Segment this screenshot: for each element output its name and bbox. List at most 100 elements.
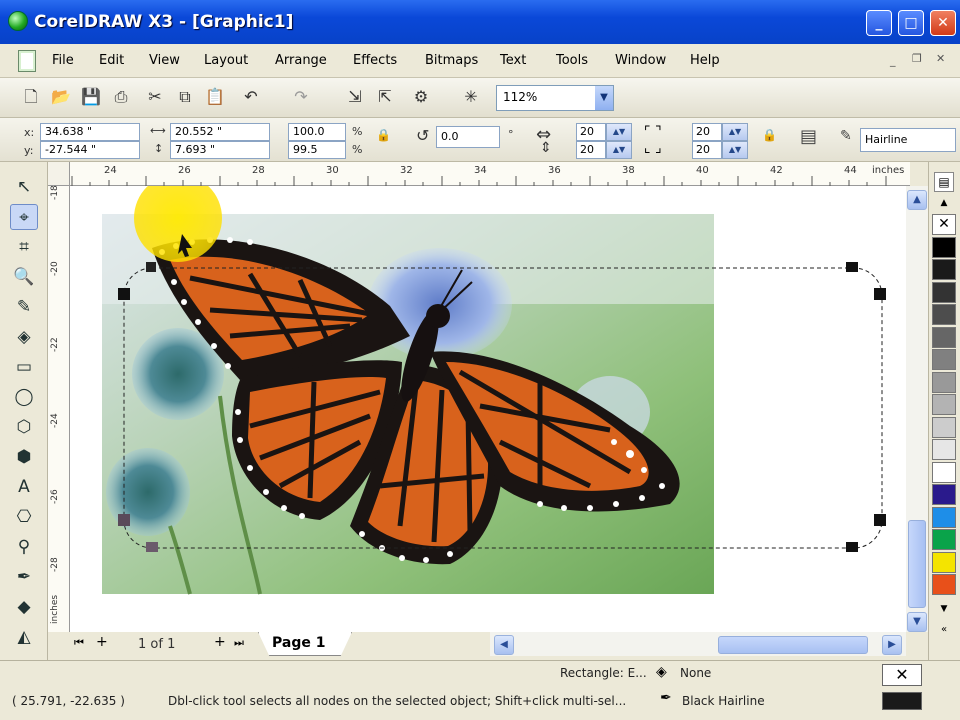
color-swatch[interactable] [932,304,956,325]
scroll-up-icon[interactable]: ▲ [907,190,927,210]
butterfly-bitmap[interactable] [70,186,906,632]
scale-y-field[interactable]: 99.5 [288,141,346,159]
palette-scroll-down-icon[interactable]: ▼ [936,604,952,616]
freehand-tool-icon[interactable]: ✎ [10,294,38,320]
color-swatch[interactable] [932,506,956,528]
wrap-text-icon[interactable]: ▤ [800,126,817,147]
redo-icon[interactable]: ↷ [290,86,312,108]
angle-field[interactable]: 0.0 [436,126,500,148]
maximize-button[interactable]: □ [898,10,924,36]
menu-window[interactable]: Window [615,53,666,68]
shape-tool-icon[interactable]: ⌖ [10,204,38,230]
menu-help[interactable]: Help [690,53,720,68]
menu-tools[interactable]: Tools [556,53,588,68]
corner-tl-spin[interactable]: ▲▼ [606,123,632,141]
open-icon[interactable]: 📂 [50,86,72,108]
basic-shapes-icon[interactable]: ⬢ [10,444,38,470]
corner-bl-field[interactable]: 20 [576,141,606,159]
paste-icon[interactable]: 📋 [204,86,226,108]
interactive-fill-icon[interactable]: ◭ [10,624,38,650]
zoom-tool-icon[interactable]: 🔍 [10,264,38,290]
width-field[interactable]: 20.552 " [170,123,270,141]
outline-pen-icon[interactable]: ✎ [840,128,852,144]
copy-icon[interactable]: ⧉ [174,86,196,108]
lock-ratio-icon[interactable]: 🔒 [376,128,391,142]
doc-close-icon[interactable]: ✕ [936,52,945,65]
print-icon[interactable]: ⎙ [110,86,132,108]
outline-color-swatch[interactable] [882,692,922,710]
smart-fill-icon[interactable]: ◈ [10,324,38,350]
y-position-field[interactable]: -27.544 " [40,141,140,159]
corner-tl-field[interactable]: 20 [576,123,606,141]
close-button[interactable]: ✕ [930,10,956,36]
menu-effects[interactable]: Effects [353,53,397,68]
palette-scroll-up-icon[interactable]: ▲ [936,198,952,210]
horizontal-scroll-thumb[interactable] [718,636,868,654]
color-swatch[interactable] [932,326,956,348]
color-swatch[interactable] [932,551,956,573]
corner-br-field[interactable]: 20 [692,141,722,159]
menu-view[interactable]: View [149,53,180,68]
palette-menu-icon[interactable]: ▤ [934,172,954,192]
interactive-blend-icon[interactable]: ⎔ [10,504,38,530]
ruler-origin[interactable] [48,162,70,186]
color-swatch[interactable] [932,259,956,280]
add-page-after-icon[interactable]: + [214,634,226,650]
outline-width-select[interactable]: Hairline [860,128,956,152]
add-page-before-icon[interactable]: + [96,634,108,650]
corner-bl-spin[interactable]: ▲▼ [606,141,632,159]
corel-online-icon[interactable]: ✳ [460,86,482,108]
color-swatch[interactable] [932,281,956,303]
color-swatch[interactable] [932,416,956,438]
color-swatch[interactable] [932,371,956,393]
undo-icon[interactable]: ↶ [240,86,262,108]
corner-br-spin[interactable]: ▲▼ [722,141,748,159]
no-color-swatch[interactable]: ✕ [932,214,956,235]
zoom-level-select[interactable]: 112% ▼ [496,85,614,111]
cut-icon[interactable]: ✂ [144,86,166,108]
minimize-button[interactable]: _ [866,10,892,36]
color-swatch[interactable] [932,574,956,595]
vertical-scroll-thumb[interactable] [908,520,926,608]
crop-tool-icon[interactable]: ⌗ [10,234,38,260]
chevron-down-icon[interactable]: ▼ [595,86,613,110]
color-swatch[interactable] [932,439,956,460]
fill-tool-icon[interactable]: ◆ [10,594,38,620]
corner-tr-field[interactable]: 20 [692,123,722,141]
scroll-right-icon[interactable]: ▶ [882,635,902,655]
drawing-canvas[interactable] [70,186,906,632]
scale-x-field[interactable]: 100.0 [288,123,346,141]
menu-edit[interactable]: Edit [99,53,124,68]
doc-restore-icon[interactable]: ❐ [912,52,922,65]
scroll-left-icon[interactable]: ◀ [494,635,514,655]
text-tool-icon[interactable]: A [10,474,38,500]
menu-arrange[interactable]: Arrange [275,53,327,68]
save-icon[interactable]: 💾 [80,86,102,108]
navigator-corner[interactable] [906,632,928,656]
color-swatch[interactable] [932,484,956,505]
rectangle-tool-icon[interactable]: ▭ [10,354,38,380]
import-icon[interactable]: ⇲ [344,86,366,108]
palette-flyout-icon[interactable]: « [936,624,952,636]
color-swatch[interactable] [932,236,956,258]
last-page-icon[interactable]: ⏭ [234,636,244,650]
color-swatch[interactable] [932,394,956,415]
pick-tool-icon[interactable]: ↖ [10,174,38,200]
color-swatch[interactable] [932,349,956,370]
menu-text[interactable]: Text [500,53,526,68]
x-position-field[interactable]: 34.638 " [40,123,140,141]
new-icon[interactable]: 🗋 [20,86,42,108]
height-field[interactable]: 7.693 " [170,141,270,159]
no-fill-swatch[interactable]: ✕ [882,664,922,686]
mirror-vertical-icon[interactable]: ⇕ [540,140,552,156]
coreldraw-app-icon[interactable] [8,11,28,31]
ellipse-tool-icon[interactable]: ◯ [10,384,38,410]
round-corners-together-icon[interactable]: 🔒 [762,128,777,142]
polygon-tool-icon[interactable]: ⬡ [10,414,38,440]
corner-tr-spin[interactable]: ▲▼ [722,123,748,141]
menu-bitmaps[interactable]: Bitmaps [425,53,478,68]
application-launcher-icon[interactable]: ⚙ [410,86,432,108]
eyedropper-tool-icon[interactable]: ⚲ [10,534,38,560]
document-icon[interactable] [18,50,36,72]
doc-minimize-icon[interactable]: _ [890,54,896,67]
